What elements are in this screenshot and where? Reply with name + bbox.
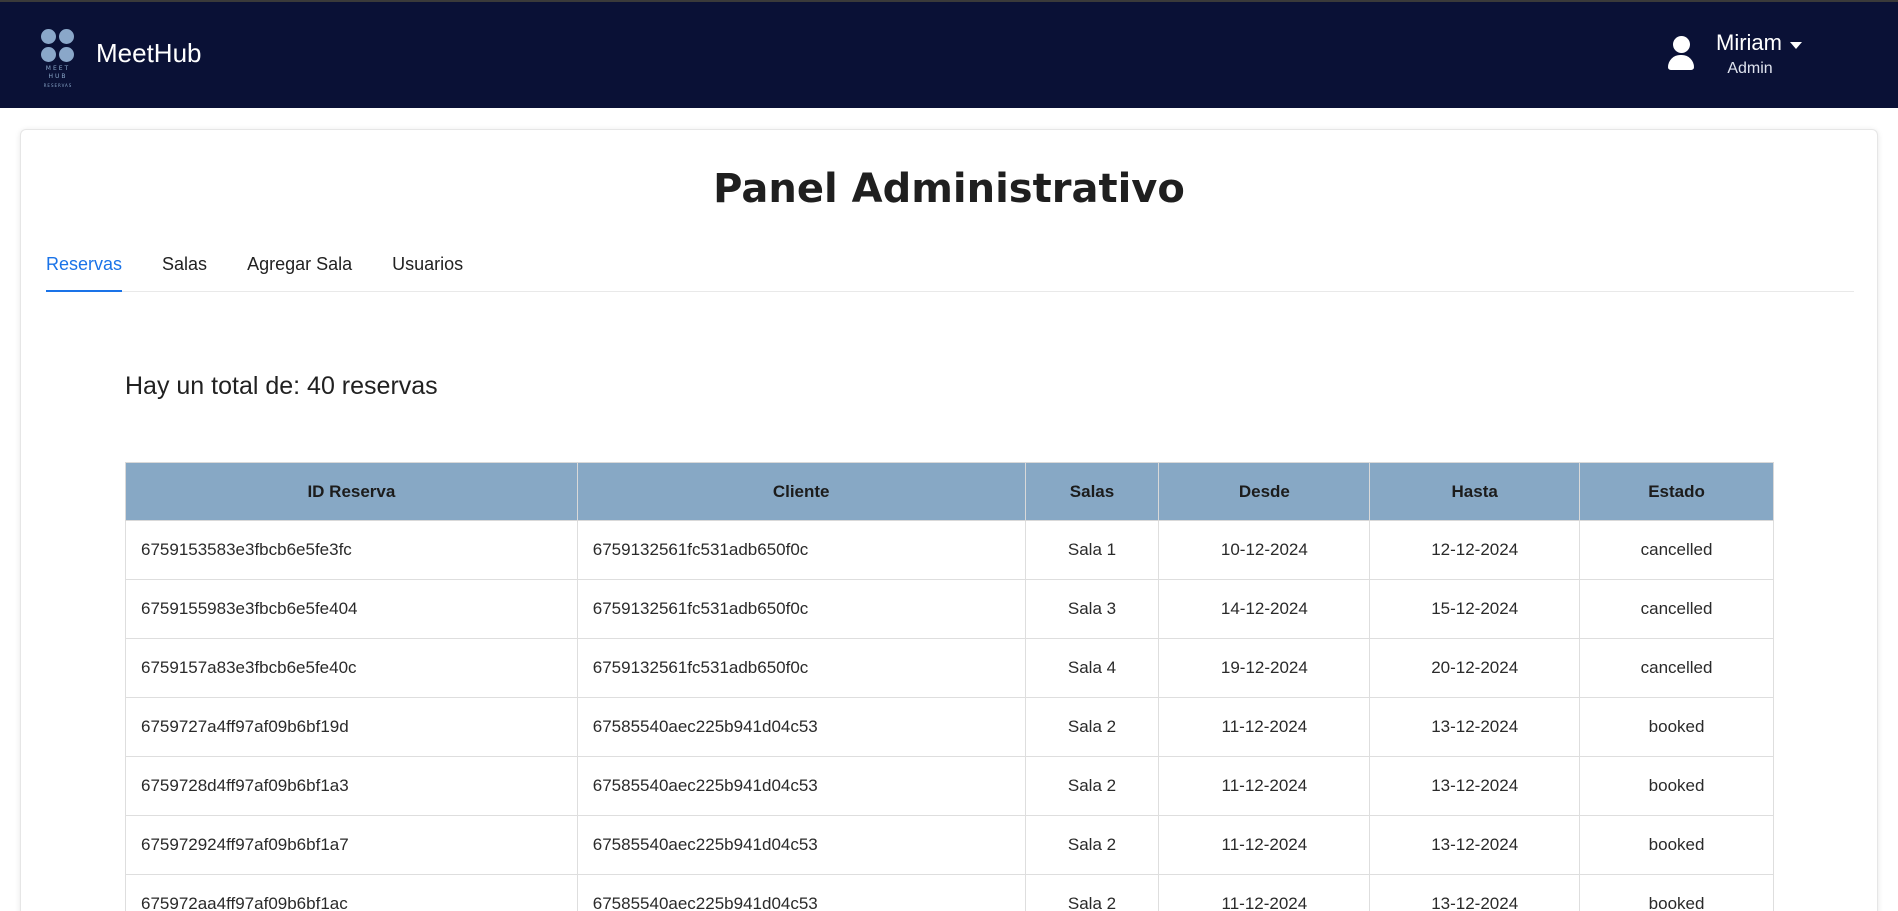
brand-name[interactable]: MeetHub (96, 38, 202, 69)
cell-sala: Sala 3 (1024, 579, 1160, 639)
cell-desde: 11-12-2024 (1158, 697, 1371, 757)
table-row[interactable]: 675972924ff97af09b6bf1a7 67585540aec225b… (125, 815, 1774, 875)
table-row[interactable]: 6759157a83e3fbcb6e5fe40c 6759132561fc531… (125, 638, 1774, 698)
cell-sala: Sala 2 (1024, 697, 1160, 757)
user-role: Admin (1727, 60, 1773, 77)
cell-estado: booked (1579, 815, 1774, 875)
cell-estado: booked (1579, 697, 1774, 757)
cell-id-reserva: 6759155983e3fbcb6e5fe404 (125, 579, 578, 639)
user-menu[interactable]: Miriam Admin (1666, 30, 1802, 78)
cell-sala: Sala 4 (1024, 638, 1160, 698)
tab-agregar-sala[interactable]: Agregar Sala (247, 252, 352, 292)
cell-hasta: 13-12-2024 (1369, 697, 1581, 757)
brand[interactable]: MEET HUB RESERVAS MeetHub (40, 27, 202, 91)
meethub-logo-icon: MEET HUB RESERVAS (40, 27, 76, 91)
logo-text-reservas: RESERVAS (43, 83, 73, 88)
cell-desde: 11-12-2024 (1158, 815, 1371, 875)
column-header-desde[interactable]: Desde (1158, 462, 1371, 521)
table-row[interactable]: 6759153583e3fbcb6e5fe3fc 6759132561fc531… (125, 520, 1774, 580)
cell-hasta: 15-12-2024 (1369, 579, 1581, 639)
cell-cliente: 67585540aec225b941d04c53 (576, 874, 1026, 911)
cell-hasta: 20-12-2024 (1369, 638, 1581, 698)
column-header-estado[interactable]: Estado (1579, 462, 1774, 521)
cell-desde: 10-12-2024 (1158, 520, 1371, 580)
cell-desde: 11-12-2024 (1158, 874, 1371, 911)
page-title: Panel Administrativo (713, 166, 1185, 212)
user-name: Miriam (1716, 30, 1782, 55)
cell-hasta: 13-12-2024 (1369, 815, 1581, 875)
cell-id-reserva: 6759727a4ff97af09b6bf19d (125, 697, 578, 757)
cell-desde: 19-12-2024 (1158, 638, 1371, 698)
cell-sala: Sala 1 (1024, 520, 1160, 580)
table-row[interactable]: 6759728d4ff97af09b6bf1a3 67585540aec225b… (125, 756, 1774, 816)
tab-bar: Reservas Salas Agregar Sala Usuarios (46, 252, 1854, 292)
tab-salas[interactable]: Salas (162, 252, 207, 292)
cell-estado: booked (1579, 756, 1774, 816)
logo-text-meet: MEET (45, 65, 71, 72)
cell-cliente: 6759132561fc531adb650f0c (576, 520, 1026, 580)
column-header-hasta[interactable]: Hasta (1369, 462, 1581, 521)
table-row[interactable]: 6759727a4ff97af09b6bf19d 67585540aec225b… (125, 697, 1774, 757)
reservations-total: Hay un total de: 40 reservas (125, 372, 438, 400)
tab-reservas[interactable]: Reservas (46, 252, 123, 292)
user-menu-toggle[interactable]: Miriam (1716, 30, 1802, 56)
cell-id-reserva: 6759157a83e3fbcb6e5fe40c (125, 638, 578, 698)
user-icon[interactable] (1666, 36, 1696, 72)
cell-estado: cancelled (1579, 579, 1774, 639)
tab-usuarios[interactable]: Usuarios (392, 252, 463, 292)
column-header-id-reserva[interactable]: ID Reserva (125, 462, 578, 521)
cell-cliente: 6759132561fc531adb650f0c (576, 579, 1026, 639)
navbar: MEET HUB RESERVAS MeetHub Miriam Admin (0, 2, 1898, 108)
cell-id-reserva: 675972924ff97af09b6bf1a7 (125, 815, 578, 875)
cell-estado: booked (1579, 874, 1774, 911)
cell-id-reserva: 675972aa4ff97af09b6bf1ac (125, 874, 578, 911)
cell-hasta: 13-12-2024 (1369, 874, 1581, 911)
table-row[interactable]: 6759155983e3fbcb6e5fe404 6759132561fc531… (125, 579, 1774, 639)
column-header-cliente[interactable]: Cliente (576, 462, 1026, 521)
cell-desde: 11-12-2024 (1158, 756, 1371, 816)
cell-desde: 14-12-2024 (1158, 579, 1371, 639)
cell-id-reserva: 6759153583e3fbcb6e5fe3fc (125, 520, 578, 580)
table-header-row: ID Reserva Cliente Salas Desde Hasta Est… (125, 462, 1774, 521)
table-row[interactable]: 675972aa4ff97af09b6bf1ac 67585540aec225b… (125, 874, 1774, 911)
cell-hasta: 12-12-2024 (1369, 520, 1581, 580)
cell-id-reserva: 6759728d4ff97af09b6bf1a3 (125, 756, 578, 816)
cell-sala: Sala 2 (1024, 756, 1160, 816)
logo-text-hub: HUB (48, 73, 68, 80)
reservations-table: ID Reserva Cliente Salas Desde Hasta Est… (125, 462, 1774, 911)
cell-cliente: 6759132561fc531adb650f0c (576, 638, 1026, 698)
column-header-salas[interactable]: Salas (1024, 462, 1160, 521)
chevron-down-icon[interactable] (1790, 41, 1802, 49)
cell-sala: Sala 2 (1024, 874, 1160, 911)
cell-cliente: 67585540aec225b941d04c53 (576, 815, 1026, 875)
cell-sala: Sala 2 (1024, 815, 1160, 875)
cell-cliente: 67585540aec225b941d04c53 (576, 697, 1026, 757)
cell-estado: cancelled (1579, 638, 1774, 698)
cell-estado: cancelled (1579, 520, 1774, 580)
cell-hasta: 13-12-2024 (1369, 756, 1581, 816)
cell-cliente: 67585540aec225b941d04c53 (576, 756, 1026, 816)
